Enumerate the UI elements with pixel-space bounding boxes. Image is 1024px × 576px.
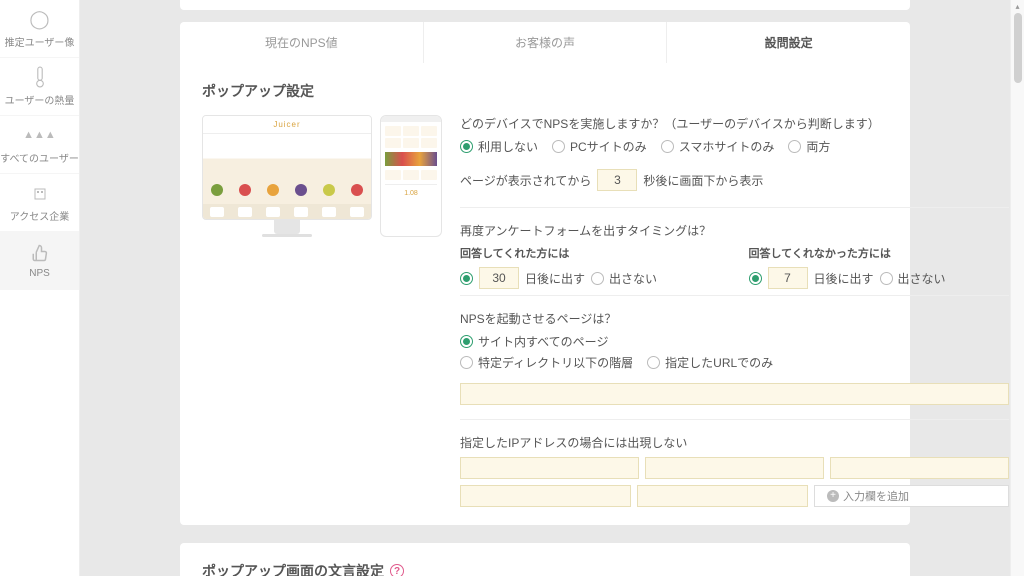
ip-exclude-label: 指定したIPアドレスの場合には出現しない — [460, 434, 1009, 451]
divider — [460, 207, 1009, 208]
users-icon: ▲▲▲ — [23, 124, 56, 146]
radio-page-dir[interactable]: 特定ディレクトリ以下の階層 — [460, 354, 633, 371]
radio-dot-icon — [591, 272, 604, 285]
radio-dot-icon — [647, 356, 660, 369]
mobile-preview[interactable]: 1.08 — [380, 115, 442, 507]
tab-current-nps[interactable]: 現在のNPS値 — [180, 22, 424, 63]
plus-circle-icon: + — [827, 490, 839, 502]
radio-dot-icon — [460, 272, 473, 285]
section-title: ポップアップ画面の文言設定 — [202, 561, 384, 576]
radio-dot-icon — [788, 140, 801, 153]
reask-question: 再度アンケートフォームを出すタイミングは？ — [460, 222, 1009, 239]
sidebar-item-label: アクセス企業 — [10, 208, 70, 223]
radio-dot-icon — [460, 356, 473, 369]
ip-input-1[interactable] — [460, 457, 639, 479]
sidebar-item-companies[interactable]: アクセス企業 — [0, 174, 79, 232]
preview-number: 1.08 — [385, 184, 437, 202]
main-content: 現在のNPS値 お客様の声 設問設定 ポップアップ設定 Juicer — [80, 0, 1010, 576]
radio-dot-icon — [460, 140, 473, 153]
popup-settings-panel: ポップアップ設定 Juicer — [180, 63, 910, 525]
sidebar-item-nps[interactable]: NPS — [0, 232, 79, 290]
unanswered-heading: 回答してくれなかった方には — [749, 245, 1010, 261]
sidebar-item-all-users[interactable]: ▲▲▲ すべてのユーザー — [0, 116, 79, 174]
page-path-input[interactable] — [460, 383, 1009, 405]
unanswered-days-input[interactable] — [768, 267, 808, 289]
radio-page-all[interactable]: サイト内すべてのページ — [460, 333, 608, 350]
radio-device-both[interactable]: 両方 — [788, 138, 830, 155]
ip-input-5[interactable] — [637, 485, 808, 507]
thermometer-icon — [33, 66, 47, 88]
desktop-preview[interactable]: Juicer — [202, 115, 372, 507]
help-icon[interactable]: ? — [390, 564, 404, 576]
radio-device-none[interactable]: 利用しない — [460, 138, 538, 155]
delay-seconds-input[interactable] — [597, 169, 637, 191]
ip-input-3[interactable] — [830, 457, 1009, 479]
sidebar-item-label: NPS — [29, 268, 50, 279]
radio-device-pc[interactable]: PCサイトのみ — [552, 138, 647, 155]
right-scrollbar[interactable]: ▴ — [1010, 0, 1024, 576]
answered-heading: 回答してくれた方には — [460, 245, 721, 261]
sidebar-item-heat[interactable]: ユーザーの熱量 — [0, 58, 79, 116]
scroll-up-icon[interactable]: ▴ — [1015, 2, 1019, 11]
tab-settings[interactable]: 設問設定 — [667, 22, 910, 63]
radio-answered-noshow[interactable]: 出さない — [591, 270, 657, 287]
thumbs-up-icon — [31, 242, 49, 264]
sidebar-item-label: すべてのユーザー — [0, 150, 79, 165]
divider — [460, 295, 1009, 296]
top-card-fragment — [180, 0, 910, 10]
settings-column: どのデバイスでNPSを実施しますか？（ユーザーのデバイスから判断します） 利用し… — [460, 115, 1009, 507]
page-question: NPSを起動させるページは？ — [460, 310, 1009, 327]
wording-settings-panel: ポップアップ画面の文言設定 ? PCサイト用 スマホサイト用 ✕ ✕ — [180, 543, 910, 576]
radio-dot-icon — [749, 272, 762, 285]
sidebar: ◯ 推定ユーザー像 ユーザーの熱量 ▲▲▲ すべてのユーザー アクセス企業 NP… — [0, 0, 80, 576]
tab-bar: 現在のNPS値 お客様の声 設問設定 — [180, 22, 910, 63]
sidebar-item-persona[interactable]: ◯ 推定ユーザー像 — [0, 0, 79, 58]
tab-customer-voice[interactable]: お客様の声 — [424, 22, 668, 63]
preview-brand: Juicer — [203, 116, 371, 134]
divider — [460, 419, 1009, 420]
preview-column: Juicer — [202, 115, 442, 507]
scrollbar-thumb[interactable] — [1014, 13, 1022, 83]
sidebar-item-label: ユーザーの熱量 — [5, 92, 75, 107]
radio-dot-icon — [661, 140, 674, 153]
radio-device-sp[interactable]: スマホサイトのみ — [661, 138, 775, 155]
radio-dot-icon — [880, 272, 893, 285]
sidebar-item-label: 推定ユーザー像 — [5, 34, 75, 49]
radio-unanswered-days[interactable] — [749, 272, 762, 285]
answered-days-input[interactable] — [479, 267, 519, 289]
building-icon — [32, 182, 48, 204]
person-icon: ◯ — [29, 8, 49, 30]
radio-page-url[interactable]: 指定したURLでのみ — [647, 354, 773, 371]
radio-unanswered-noshow[interactable]: 出さない — [880, 270, 946, 287]
device-question: どのデバイスでNPSを実施しますか？（ユーザーのデバイスから判断します） — [460, 115, 1009, 132]
add-ip-field-button[interactable]: + 入力欄を追加 — [814, 485, 1009, 507]
ip-input-4[interactable] — [460, 485, 631, 507]
radio-dot-icon — [552, 140, 565, 153]
ip-input-2[interactable] — [645, 457, 824, 479]
section-title: ポップアップ設定 — [202, 81, 888, 101]
delay-pre-text: ページが表示されてから — [460, 172, 591, 189]
radio-dot-icon — [460, 335, 473, 348]
delay-post-text: 秒後に画面下から表示 — [643, 172, 763, 189]
radio-answered-days[interactable] — [460, 272, 473, 285]
